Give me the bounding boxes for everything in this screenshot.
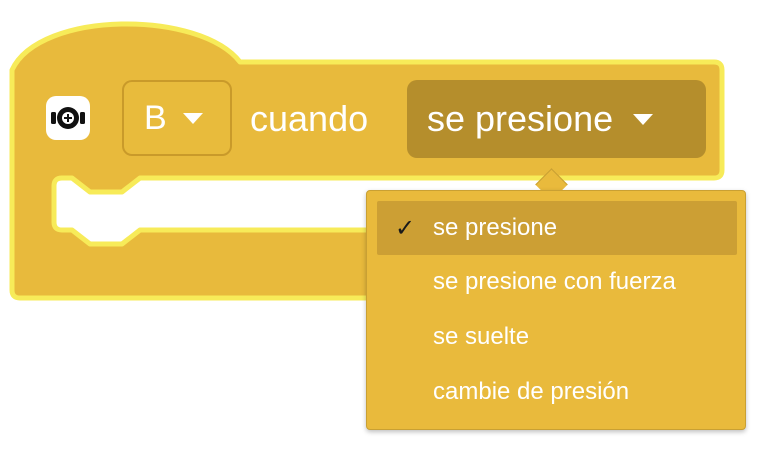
cuando-label: cuando xyxy=(250,98,369,139)
port-value: B xyxy=(144,98,167,137)
menu-item-se-presione[interactable]: ✓ se presione xyxy=(377,201,737,255)
force-sensor-icon xyxy=(46,96,90,140)
chevron-down-icon xyxy=(182,112,203,124)
menu-item-cambie-de-presion[interactable]: cambie de presión xyxy=(377,365,737,419)
port-dropdown[interactable]: B xyxy=(122,80,232,156)
menu-item-label: se suelte xyxy=(433,323,530,350)
event-value: se presione xyxy=(427,98,614,139)
menu-item-se-suelte[interactable]: se suelte xyxy=(377,310,737,364)
menu-item-label: se presione xyxy=(433,214,558,241)
menu-item-label: se presione con fuerza xyxy=(433,268,676,295)
chevron-down-icon xyxy=(633,113,654,125)
event-dropdown-menu: ✓ se presione se presione con fuerza se … xyxy=(366,190,746,430)
event-dropdown[interactable]: se presione xyxy=(407,80,706,158)
menu-item-label: cambie de presión xyxy=(433,378,630,405)
checkmark-icon: ✓ xyxy=(394,214,416,242)
menu-item-se-presione-con-fuerza[interactable]: se presione con fuerza xyxy=(377,255,737,309)
